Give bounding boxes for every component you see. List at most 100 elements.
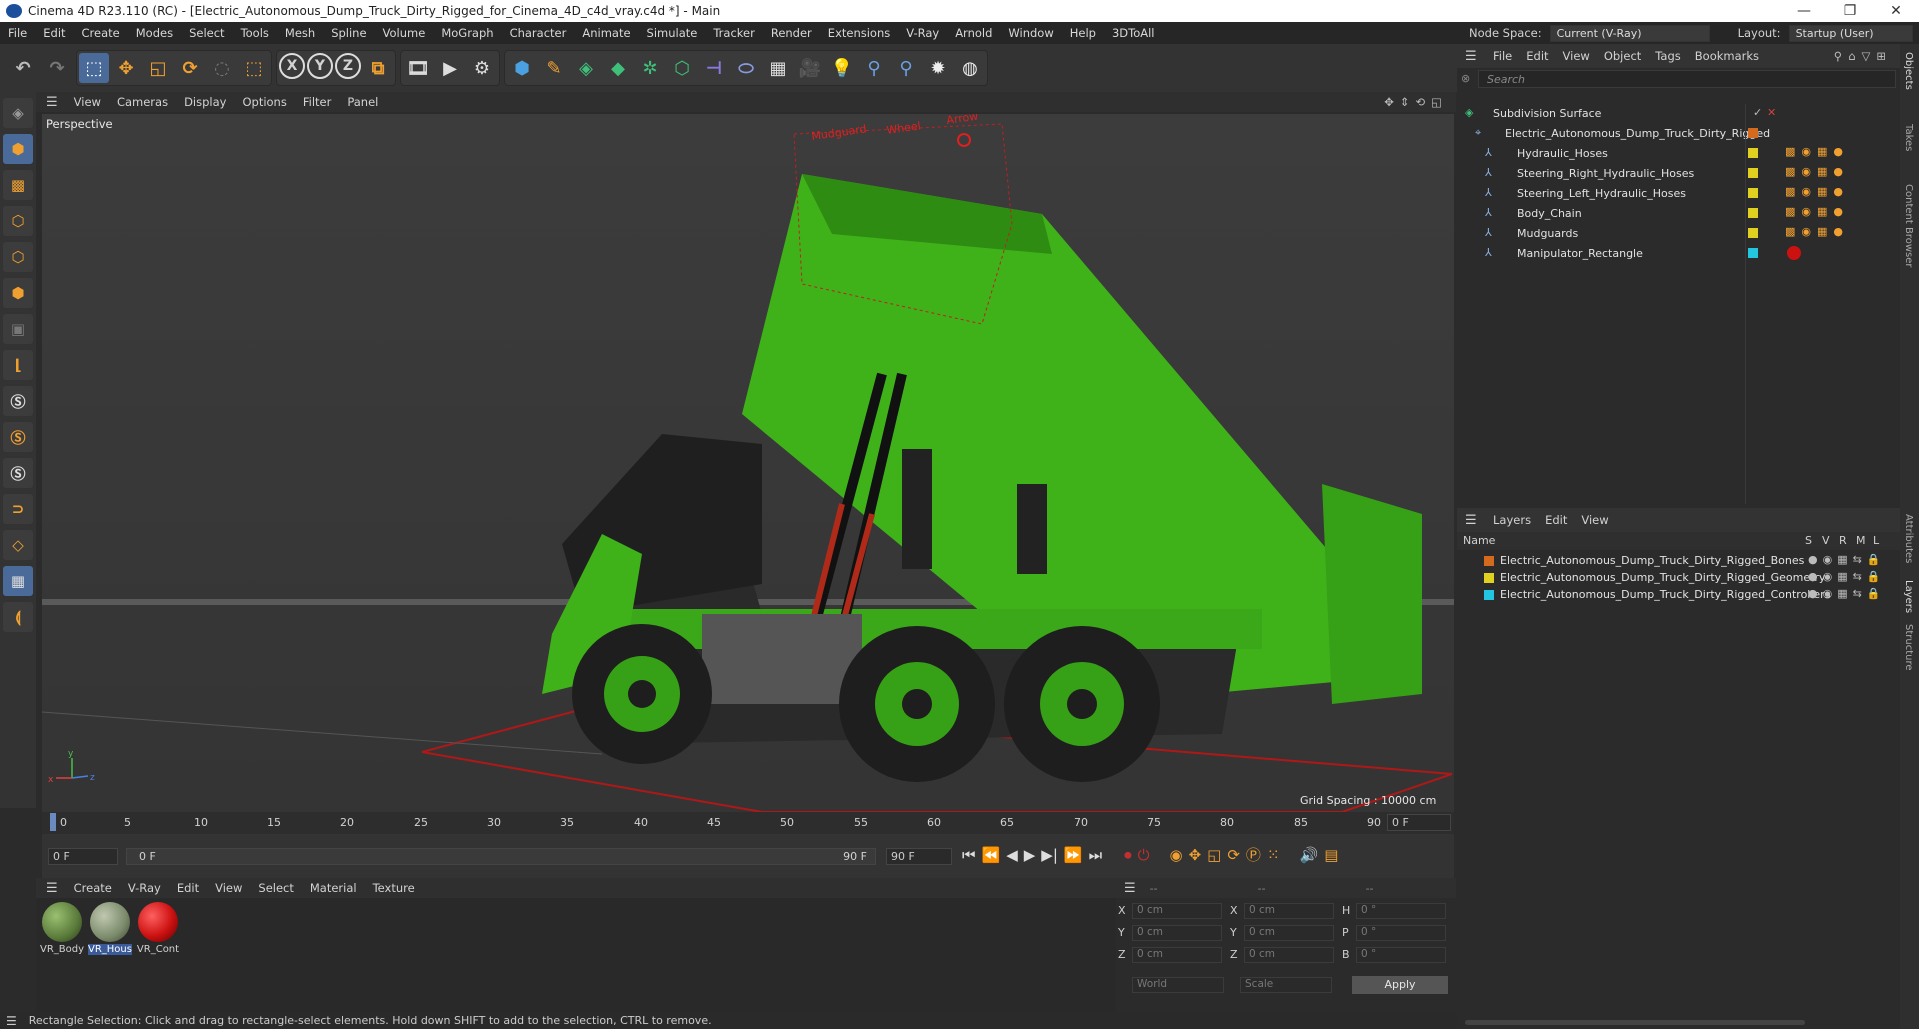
object-hamburger-icon[interactable]: ☰ (1465, 49, 1477, 64)
quantize-icon[interactable]: Ⓢ (3, 458, 33, 488)
material-menu-create[interactable]: Create (74, 881, 112, 895)
live-selection-icon[interactable]: ◌ (207, 53, 237, 83)
viewport-menu-view[interactable]: View (74, 95, 101, 109)
tag-icons[interactable]: ▩◉▦● (1785, 145, 1849, 158)
layer-toggle-icons[interactable]: ●◉▦⇆🔒 (1808, 553, 1886, 566)
select-tool-icon[interactable]: ⬚ (79, 53, 109, 83)
tag-icons[interactable]: ▩◉▦● (1785, 225, 1849, 238)
layer-menu-view[interactable]: View (1581, 513, 1608, 527)
workplane-icon[interactable]: ◇ (3, 530, 33, 560)
current-frame-field[interactable]: 0 F (1387, 814, 1451, 831)
redo-icon[interactable]: ↷ (42, 53, 72, 83)
object-menu-view[interactable]: View (1563, 49, 1590, 63)
snap-icon[interactable]: Ⓢ (3, 386, 33, 416)
light-icon[interactable]: 💡 (827, 53, 857, 83)
axis-x-button[interactable]: X (279, 53, 305, 79)
uv-mode-icon[interactable]: ▣ (3, 314, 33, 344)
layout-dropdown[interactable]: Startup (User) (1788, 24, 1913, 42)
go-to-end-icon[interactable]: ⏭ (1089, 846, 1103, 864)
object-manager-tool-icons[interactable]: ⚲⌂▽⊞ (1834, 49, 1892, 63)
apply-button[interactable]: Apply (1352, 976, 1448, 994)
menu-vray[interactable]: V-Ray (906, 26, 939, 40)
key-parameter-icon[interactable]: Ⓟ (1246, 844, 1261, 865)
axis-mode-icon[interactable]: ⌊ (3, 350, 33, 380)
key-scale-icon[interactable]: ◱ (1207, 846, 1221, 864)
recent-tools-icon[interactable]: ⬚ (239, 53, 269, 83)
previous-frame-icon[interactable]: ◀ (1006, 846, 1018, 864)
object-menu-file[interactable]: File (1493, 49, 1512, 63)
undo-icon[interactable]: ↶ (8, 53, 38, 83)
menu-render[interactable]: Render (771, 26, 812, 40)
points-mode-icon[interactable]: ⬡ (3, 206, 33, 236)
axis-y-button[interactable]: Y (307, 53, 333, 79)
material-vr-hous[interactable]: VR_Hous (88, 902, 132, 955)
start-frame-field[interactable]: 0 F (48, 848, 118, 865)
viewport-nav-icons[interactable]: ✥⇕⟲◱ (1384, 95, 1448, 109)
maximize-button[interactable]: ❐ (1827, 0, 1873, 22)
rot-p-field[interactable]: 0 ° (1356, 925, 1446, 941)
next-key-icon[interactable]: ⏩ (1064, 846, 1083, 864)
object-row[interactable]: ⌖ Electric_Autonomous_Dump_Truck_Dirty_R… (1457, 124, 1900, 143)
coordinate-system-icon[interactable]: ⧉ (363, 53, 393, 83)
tab-takes[interactable]: Takes (1903, 124, 1914, 151)
polygons-mode-icon[interactable]: ⬢ (3, 278, 33, 308)
size-z-field[interactable]: 0 cm (1244, 947, 1334, 963)
object-row[interactable]: ⅄ Steering_Right_Hydraulic_Hoses ▩◉▦● (1457, 164, 1900, 183)
minimize-button[interactable]: — (1781, 0, 1827, 22)
menu-file[interactable]: File (8, 26, 27, 40)
viewport-menu-options[interactable]: Options (242, 95, 286, 109)
make-editable-icon[interactable]: ◈ (3, 98, 33, 128)
python-generator-icon[interactable]: ⚲ (891, 53, 921, 83)
object-row[interactable]: ⅄ Body_Chain ▩◉▦● (1457, 204, 1900, 223)
menu-select[interactable]: Select (189, 26, 224, 40)
tab-layers[interactable]: Layers (1903, 580, 1914, 613)
menu-3dtoall[interactable]: 3DToAll (1112, 26, 1155, 40)
material-menu-view[interactable]: View (215, 881, 242, 895)
timeline-ruler[interactable]: 0 5 10 15 20 25 30 35 40 45 50 55 60 65 … (42, 812, 1454, 834)
close-button[interactable]: ✕ (1873, 0, 1919, 22)
material-menu-texture[interactable]: Texture (373, 881, 415, 895)
layer-menu-layers[interactable]: Layers (1493, 513, 1531, 527)
menu-simulate[interactable]: Simulate (647, 26, 698, 40)
node-space-dropdown[interactable]: Current (V-Ray) (1549, 24, 1710, 42)
viewport-menu-panel[interactable]: Panel (347, 95, 378, 109)
go-to-start-icon[interactable]: ⏮ (962, 846, 976, 864)
cube-icon[interactable]: ⬢ (507, 53, 537, 83)
object-row[interactable]: ⅄ Manipulator_Rectangle (1457, 244, 1900, 263)
cloner-icon[interactable]: ⬡ (667, 53, 697, 83)
material-tag-icon[interactable] (1787, 246, 1801, 260)
rotate-tool-icon[interactable]: ⟳ (175, 53, 205, 83)
next-frame-icon[interactable]: ▶| (1041, 846, 1058, 864)
vray-settings-icon[interactable]: ✹ (923, 53, 953, 83)
pos-y-field[interactable]: 0 cm (1132, 925, 1222, 941)
coord-mode-dropdown[interactable]: World (1132, 977, 1224, 993)
key-pla-icon[interactable]: ⁙ (1267, 846, 1280, 864)
menu-animate[interactable]: Animate (582, 26, 630, 40)
scale-tool-icon[interactable]: ◱ (143, 53, 173, 83)
axis-z-button[interactable]: Z (335, 53, 361, 79)
tag-icons[interactable]: ▩◉▦● (1785, 205, 1849, 218)
snap-settings-icon[interactable]: Ⓢ (3, 422, 33, 452)
viewport-menu-display[interactable]: Display (184, 95, 226, 109)
rot-h-field[interactable]: 0 ° (1356, 903, 1446, 919)
viewport-menu-filter[interactable]: Filter (303, 95, 331, 109)
python-icon[interactable]: ⚲ (859, 53, 889, 83)
object-menu-edit[interactable]: Edit (1526, 49, 1548, 63)
object-row[interactable]: ⅄ Mudguards ▩◉▦● (1457, 224, 1900, 243)
menu-tools[interactable]: Tools (241, 26, 269, 40)
layer-menu-edit[interactable]: Edit (1545, 513, 1567, 527)
menu-mesh[interactable]: Mesh (285, 26, 315, 40)
menu-tracker[interactable]: Tracker (713, 26, 755, 40)
playhead-marker[interactable] (50, 813, 56, 831)
layer-hamburger-icon[interactable]: ☰ (1465, 513, 1477, 528)
size-x-field[interactable]: 0 cm (1244, 903, 1334, 919)
coord-scale-dropdown[interactable]: Scale (1240, 977, 1332, 993)
tab-content-browser[interactable]: Content Browser (1903, 184, 1914, 267)
key-rotation-icon[interactable]: ⟳ (1227, 846, 1240, 864)
magnet-icon[interactable]: ⊃ (3, 494, 33, 524)
edges-mode-icon[interactable]: ⬡ (3, 242, 33, 272)
object-row[interactable]: ◈ Subdivision Surface ✓ ✕ (1457, 104, 1900, 123)
hamburger-icon[interactable]: ☰ (46, 95, 58, 110)
vray-globe-icon[interactable]: ◍ (955, 53, 985, 83)
move-tool-icon[interactable]: ✥ (111, 53, 141, 83)
